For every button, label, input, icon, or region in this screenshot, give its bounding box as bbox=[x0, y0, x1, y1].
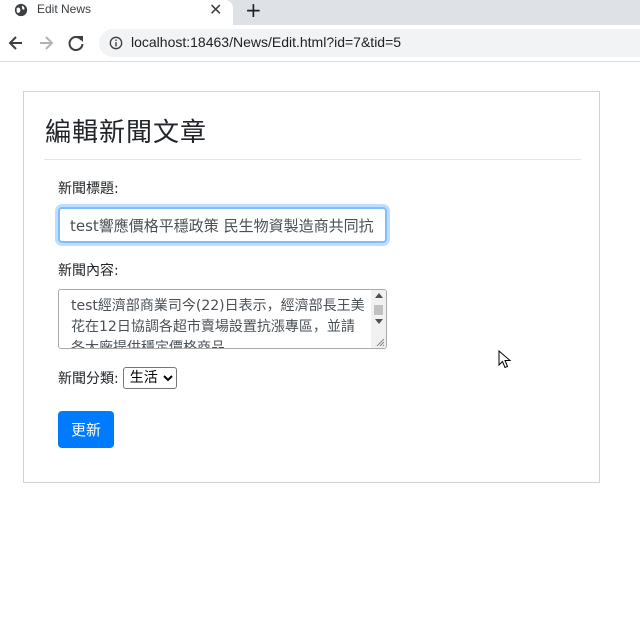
tab-title: Edit News bbox=[37, 2, 92, 16]
title-input[interactable] bbox=[58, 207, 387, 243]
content-textarea[interactable]: test經濟部商業司今(22)日表示，經濟部長王美花在12日協調各超市賣場設置抗… bbox=[58, 289, 387, 349]
content-label: 新聞內容: bbox=[58, 263, 119, 279]
category-select[interactable]: 生活 bbox=[122, 367, 177, 389]
scroll-up-icon[interactable] bbox=[375, 293, 383, 298]
category-row: 新聞分類: 生活 bbox=[58, 366, 177, 390]
category-label: 新聞分類: bbox=[58, 371, 119, 387]
edit-news-card: 編輯新聞文章 新聞標題: 新聞內容: test經濟部商業司今(22)日表示，經濟… bbox=[23, 91, 600, 483]
url-text[interactable]: localhost:18463/News/Edit.html?id=7&tid=… bbox=[131, 34, 401, 50]
scroll-thumb[interactable] bbox=[374, 305, 383, 315]
close-tab-icon[interactable]: ✕ bbox=[209, 0, 222, 20]
mouse-cursor-icon bbox=[498, 350, 512, 369]
scroll-down-icon[interactable] bbox=[375, 319, 383, 324]
forward-arrow-icon[interactable] bbox=[36, 33, 56, 53]
browser-tab[interactable]: Edit News ✕ bbox=[0, 0, 233, 25]
content-text: test經濟部商業司今(22)日表示，經濟部長王美花在12日協調各超市賣場設置抗… bbox=[71, 298, 365, 349]
info-icon[interactable] bbox=[109, 36, 123, 50]
title-label: 新聞標題: bbox=[58, 181, 119, 197]
new-tab-button[interactable]: + bbox=[245, 0, 262, 22]
reload-icon[interactable] bbox=[66, 33, 86, 53]
update-button[interactable]: 更新 bbox=[58, 411, 114, 448]
address-bar[interactable]: localhost:18463/News/Edit.html?id=7&tid=… bbox=[99, 29, 640, 57]
tab-strip: Edit News ✕ + bbox=[0, 0, 640, 25]
browser-toolbar: localhost:18463/News/Edit.html?id=7&tid=… bbox=[0, 25, 640, 62]
back-arrow-icon[interactable] bbox=[6, 33, 26, 53]
globe-icon bbox=[14, 3, 28, 17]
divider bbox=[44, 159, 581, 160]
resize-grip-icon[interactable] bbox=[375, 337, 385, 347]
page-title: 編輯新聞文章 bbox=[45, 118, 208, 148]
